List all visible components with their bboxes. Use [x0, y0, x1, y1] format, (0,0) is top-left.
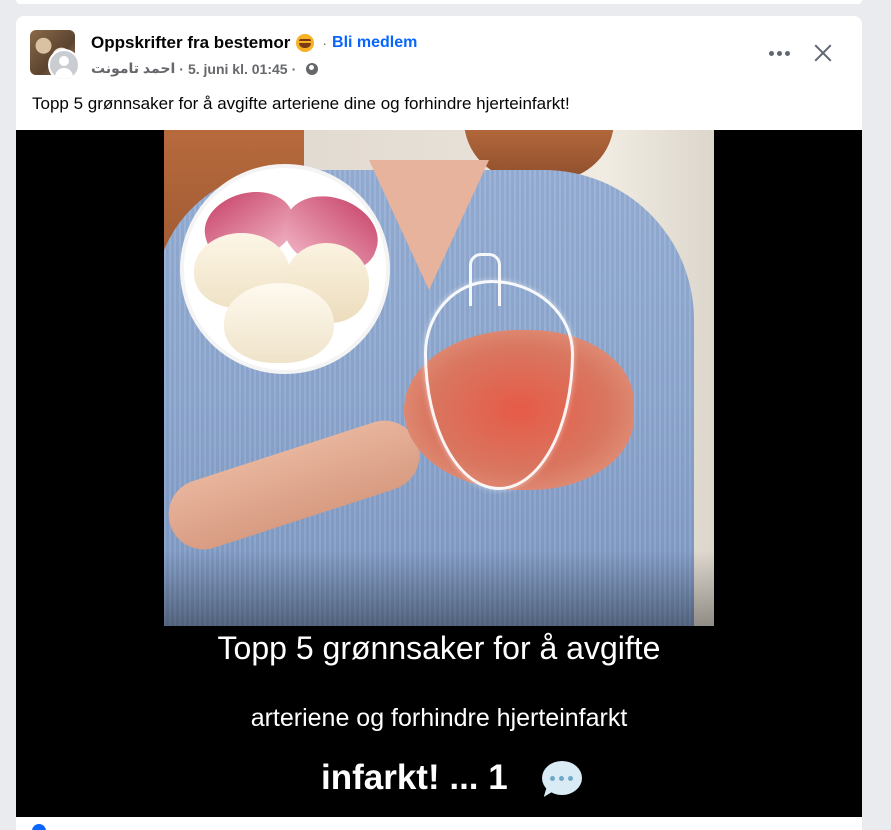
bubble-dot — [568, 775, 574, 781]
join-group-button[interactable]: Bli medlem — [332, 34, 417, 52]
group-name-link[interactable]: Oppskrifter fra bestemor — [91, 33, 290, 53]
video-caption-line-3: infarkt! ... 1 — [321, 758, 508, 797]
previous-post-edge — [16, 0, 862, 4]
smiling-emoji-icon — [296, 34, 315, 52]
bubble-dot — [550, 775, 556, 781]
user-avatar-body — [55, 68, 73, 79]
more-dot — [776, 50, 782, 56]
post-header-line: Oppskrifter fra bestemor · Bli medlem — [91, 33, 417, 53]
reaction-icon — [32, 824, 46, 830]
post-text: Topp 5 grønnsaker for å avgifte arterien… — [32, 94, 570, 113]
meta-separator: · — [179, 60, 184, 77]
globe-icon[interactable] — [306, 62, 319, 75]
close-icon[interactable] — [812, 42, 834, 64]
user-avatar-head — [59, 56, 69, 66]
post-photo[interactable] — [164, 130, 714, 626]
more-dot — [784, 50, 790, 56]
post-meta-line: احمد تامونت · 5. juni kl. 01:45 · — [91, 60, 319, 77]
post-avatars[interactable] — [30, 30, 80, 82]
bubble-dot — [559, 775, 565, 781]
more-options-icon[interactable] — [762, 43, 796, 63]
post-timestamp-link[interactable]: 5. juni kl. 01:45 — [188, 61, 288, 77]
photo-bottom-fade — [164, 550, 714, 626]
user-avatar[interactable] — [48, 49, 80, 81]
author-link[interactable]: احمد تامونت — [91, 60, 175, 77]
video-caption-line-1: Topp 5 grønnsaker for å avgifte — [217, 630, 661, 666]
chat-bubble-icon — [541, 761, 582, 795]
garlic-clove — [224, 283, 334, 363]
feed-post: Oppskrifter fra bestemor · Bli medlem اح… — [16, 16, 862, 830]
more-dot — [768, 50, 774, 56]
video-caption-line-2: arteriene og forhindre hjerteinfarkt — [250, 704, 628, 732]
garlic-inset-image — [180, 164, 390, 374]
meta-separator-2: · — [291, 60, 297, 77]
caption-comment-row: infarkt! ... 1 — [321, 758, 582, 798]
header-separator: · — [322, 35, 328, 51]
post-media[interactable]: Topp 5 grønnsaker for å avgifte arterien… — [16, 130, 862, 817]
